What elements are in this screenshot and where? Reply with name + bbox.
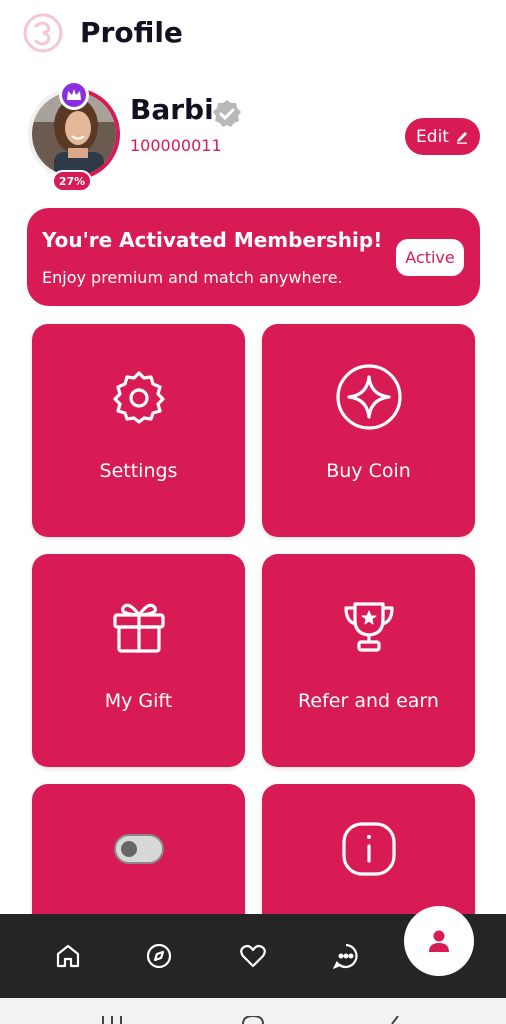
home-icon[interactable] — [48, 936, 88, 976]
toggle-icon — [104, 814, 174, 884]
trophy-icon — [334, 592, 404, 662]
membership-active-button[interactable]: Active — [396, 239, 464, 276]
verified-icon — [213, 100, 241, 127]
gear-icon — [104, 362, 174, 432]
brand-logo-icon — [23, 13, 63, 53]
sparkle-coin-icon — [334, 362, 404, 432]
buy-coin-tile[interactable]: Buy Coin — [262, 324, 475, 537]
recent-apps-icon[interactable] — [100, 1016, 124, 1024]
compass-icon[interactable] — [139, 936, 179, 976]
user-name: Barbi — [130, 93, 214, 126]
settings-tile[interactable]: Settings — [32, 324, 245, 537]
user-id: 100000011 — [130, 136, 222, 155]
pencil-icon — [456, 131, 467, 144]
membership-subtitle: Enjoy premium and match anywhere. — [42, 268, 343, 287]
chat-icon[interactable] — [326, 936, 366, 976]
page-title: Profile — [80, 16, 183, 49]
tile-label: Buy Coin — [326, 460, 411, 482]
profile-icon — [429, 930, 449, 952]
membership-card[interactable]: You're Activated Membership! Enjoy premi… — [27, 208, 480, 306]
info-icon — [334, 814, 404, 884]
gift-icon — [104, 592, 174, 662]
avatar-container[interactable]: 27% — [11, 71, 137, 197]
refer-earn-tile[interactable]: Refer and earn — [262, 554, 475, 767]
tile-label: Settings — [99, 460, 178, 482]
system-navigation-bar — [0, 998, 506, 1024]
tile-label: My Gift — [104, 690, 173, 712]
edit-profile-button[interactable]: Edit — [405, 118, 480, 155]
back-button-icon[interactable] — [388, 1016, 402, 1024]
profile-nav-button[interactable] — [404, 906, 474, 976]
crown-icon — [59, 80, 89, 110]
app-header: Profile — [0, 0, 506, 70]
tile-label: Refer and earn — [298, 690, 439, 712]
home-button-icon[interactable] — [241, 1016, 265, 1024]
membership-title: You're Activated Membership! — [42, 228, 383, 252]
my-gift-tile[interactable]: My Gift — [32, 554, 245, 767]
heart-icon[interactable] — [233, 936, 273, 976]
profile-completion-badge: 27% — [52, 170, 92, 192]
edit-button-label: Edit — [416, 126, 449, 147]
